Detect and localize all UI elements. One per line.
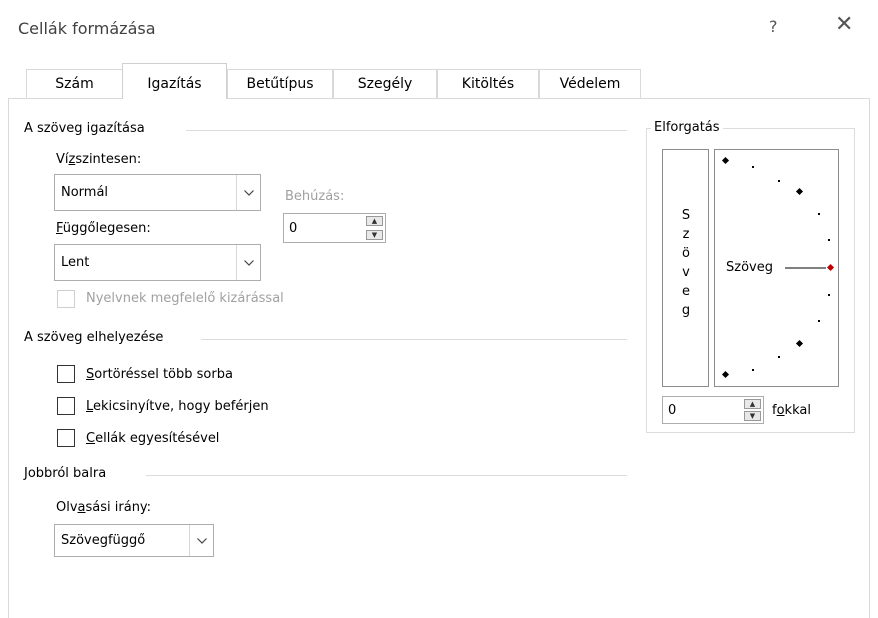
spin-up-icon[interactable]: ▲ <box>366 216 383 226</box>
tab-number[interactable]: Szám <box>26 69 123 99</box>
degrees-spinner[interactable]: 0 ▲ ▼ <box>662 396 764 424</box>
tab-alignment[interactable]: Igazítás <box>122 63 227 100</box>
vertical-text-letter: S <box>681 208 691 223</box>
tab-fill[interactable]: Kitöltés <box>437 69 539 99</box>
vertical-text-letter: e <box>682 284 690 299</box>
close-button[interactable]: ✕ <box>835 13 853 37</box>
indent-label: Behúzás: <box>285 189 345 204</box>
orientation-dial-text: Szöveg <box>726 260 773 275</box>
text-control-section-title: A szöveg elhelyezése <box>24 330 164 345</box>
chevron-down-icon[interactable] <box>236 175 260 210</box>
vertical-text-letter: ö <box>682 246 690 261</box>
tab-protection[interactable]: Védelem <box>539 69 641 99</box>
chevron-down-icon[interactable] <box>236 245 260 280</box>
tab-font[interactable]: Betűtípus <box>227 69 333 99</box>
shrink-to-fit-checkbox[interactable] <box>57 397 75 415</box>
vertical-alignment-value: Lent <box>61 255 90 270</box>
chevron-down-icon[interactable] <box>189 525 213 556</box>
orientation-dial[interactable]: Szöveg <box>714 149 839 387</box>
rtl-section-title: Jobbról balra <box>24 466 107 481</box>
section-divider <box>201 339 627 340</box>
vertical-text-letter: g <box>681 303 691 318</box>
text-direction-select[interactable]: Szövegfüggő <box>54 524 214 557</box>
vertical-alignment-select[interactable]: Lent <box>54 244 261 281</box>
vertical-text-letter: z <box>682 227 690 242</box>
merge-cells-label: Cellák egyesítésével <box>86 431 220 446</box>
text-direction-label: Olvasási irány: <box>56 500 152 515</box>
shrink-to-fit-label: Lekicsinyítve, hogy beférjen <box>86 399 269 414</box>
horizontal-label: Vízszintesen: <box>56 152 142 167</box>
indent-value: 0 <box>289 220 298 236</box>
wrap-text-label: Sortöréssel több sorba <box>86 367 233 382</box>
indent-spinner[interactable]: 0 ▲ ▼ <box>283 213 386 243</box>
spin-down-icon[interactable]: ▼ <box>366 230 383 240</box>
section-divider <box>146 475 627 476</box>
spin-down-icon[interactable]: ▼ <box>744 411 761 421</box>
text-alignment-section-title: A szöveg igazítása <box>24 121 145 136</box>
wrap-text-checkbox[interactable] <box>57 365 75 383</box>
justify-distributed-checkbox[interactable] <box>57 290 75 308</box>
dialog-title: Cellák formázása <box>18 19 156 38</box>
horizontal-alignment-select[interactable]: Normál <box>54 174 261 211</box>
spin-up-icon[interactable]: ▲ <box>744 399 761 409</box>
justify-distributed-label: Nyelvnek megfelelő kizárással <box>86 291 284 306</box>
degrees-label: fokkal <box>772 403 811 418</box>
vertical-text-button[interactable]: S z ö v e g <box>662 149 709 387</box>
merge-cells-checkbox[interactable] <box>57 429 75 447</box>
vertical-text-letter: v <box>682 265 690 280</box>
help-button[interactable]: ? <box>769 17 778 36</box>
vertical-label: Függőlegesen: <box>56 221 151 236</box>
horizontal-alignment-value: Normál <box>61 185 109 200</box>
section-divider <box>186 130 627 131</box>
text-direction-value: Szövegfüggő <box>61 533 146 548</box>
tab-border[interactable]: Szegély <box>333 69 437 99</box>
degrees-value: 0 <box>668 402 677 418</box>
orientation-section-title: Elforgatás <box>651 120 723 135</box>
